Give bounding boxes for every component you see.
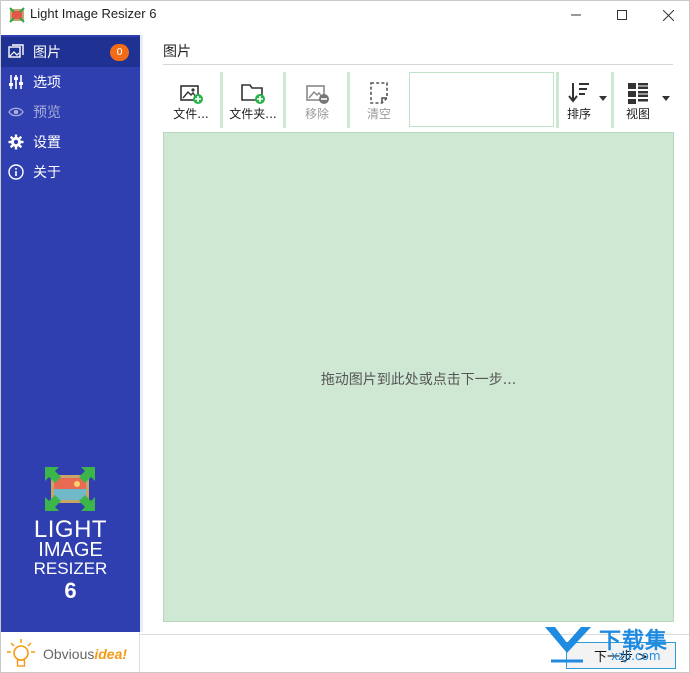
- lightbulb-icon: [7, 639, 35, 667]
- sliders-icon: [8, 74, 24, 90]
- remove-label: 移除: [304, 107, 329, 121]
- remove-button[interactable]: 移除: [289, 72, 345, 128]
- remove-image-icon: [306, 85, 329, 104]
- clear-label: 清空: [366, 107, 391, 121]
- sort-icon: [568, 83, 589, 103]
- gear-icon: [8, 134, 24, 150]
- sidebar-item-options[interactable]: 选项: [1, 67, 140, 97]
- image-drop-zone[interactable]: 拖动图片到此处或点击下一步...: [163, 132, 674, 622]
- info-icon: [8, 164, 24, 180]
- close-button[interactable]: [645, 1, 689, 29]
- view-dropdown-icon[interactable]: [662, 96, 670, 101]
- minimize-icon: [571, 14, 581, 16]
- company-name-accent: idea!: [94, 646, 128, 662]
- toolbar-separator: [220, 72, 223, 128]
- title-bar: Light Image Resizer 6: [1, 1, 689, 29]
- main-scroll-area: [677, 132, 689, 622]
- brand-logo-icon: [45, 467, 95, 511]
- add-folder-icon: [241, 84, 265, 104]
- app-logo-icon: [9, 7, 25, 23]
- brand-version: 6: [64, 578, 77, 603]
- sort-label: 排序: [566, 107, 591, 121]
- clear-icon: [370, 82, 388, 104]
- view-list-icon: [628, 83, 648, 104]
- toolbar-separator: [347, 72, 350, 128]
- eye-icon: [8, 104, 24, 120]
- add-image-icon: [180, 85, 203, 104]
- company-logo[interactable]: Obviousidea!: [1, 632, 140, 672]
- sidebar-item-label: 预览: [33, 105, 61, 121]
- add-folder-label: 文件夹...: [229, 107, 277, 121]
- close-icon: [662, 9, 674, 21]
- page-title: 图片: [163, 44, 191, 60]
- sidebar-item-settings[interactable]: 设置: [1, 127, 140, 157]
- sidebar-item-preview[interactable]: 预览: [1, 97, 140, 127]
- sidebar-item-label: 设置: [33, 135, 61, 151]
- app-window: Light Image Resizer 6 图片 0 选项 预览 设置 关于 L…: [0, 0, 690, 673]
- view-button[interactable]: 视图: [610, 72, 666, 128]
- images-icon: [8, 44, 24, 60]
- sidebar-edge: [140, 35, 143, 632]
- sort-dropdown-icon[interactable]: [599, 96, 607, 101]
- window-title: Light Image Resizer 6: [30, 6, 157, 21]
- sidebar-item-about[interactable]: 关于: [1, 157, 140, 187]
- add-folder-button[interactable]: 文件夹...: [225, 72, 281, 128]
- brand-line-resizer: RESIZER: [33, 559, 108, 578]
- clear-button[interactable]: 清空: [351, 72, 407, 128]
- sidebar-item-label: 关于: [33, 165, 61, 181]
- company-name: Obviousidea!: [43, 646, 127, 662]
- company-name-prefix: Obvious: [43, 646, 95, 662]
- title-divider: [163, 64, 673, 65]
- sidebar-item-label: 图片: [33, 45, 61, 61]
- sidebar-item-images[interactable]: 图片 0: [1, 37, 140, 67]
- filter-input[interactable]: [409, 72, 554, 127]
- dropzone-hint: 拖动图片到此处或点击下一步...: [320, 372, 517, 388]
- sidebar-item-label: 选项: [33, 75, 61, 91]
- sidebar: 图片 0 选项 预览 设置 关于 LIGHT IMAGE RESIZER 6: [1, 35, 140, 632]
- maximize-button[interactable]: [599, 1, 645, 29]
- toolbar: 文件... 文件夹... 移除 清空 排序 视图: [163, 72, 673, 128]
- add-files-label: 文件...: [173, 107, 209, 121]
- view-label: 视图: [625, 107, 650, 121]
- minimize-button[interactable]: [553, 1, 599, 29]
- images-count-badge: 0: [110, 44, 129, 61]
- add-files-button[interactable]: 文件...: [163, 72, 219, 128]
- toolbar-separator: [283, 72, 286, 128]
- watermark-subtext: xzji.com: [611, 649, 661, 663]
- maximize-icon: [617, 10, 627, 20]
